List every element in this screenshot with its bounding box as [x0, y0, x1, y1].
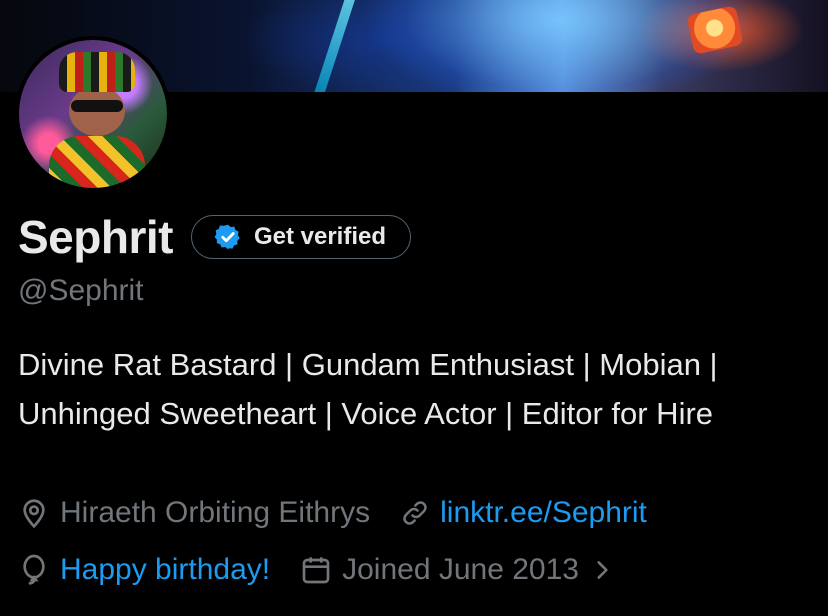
avatar[interactable]	[15, 36, 171, 192]
banner-light-streak	[313, 0, 357, 92]
website-item[interactable]: linktr.ee/Sephrit	[400, 496, 647, 530]
location-pin-icon	[23, 499, 45, 529]
display-name: Sephrit	[18, 211, 173, 263]
balloon-icon	[23, 554, 45, 585]
joined-text: Joined June 2013	[342, 553, 579, 586]
birthday-text[interactable]: Happy birthday!	[60, 553, 270, 587]
profile-meta-row-1: Hiraeth Orbiting Eithrys linktr.ee/Sephr…	[18, 496, 677, 530]
banner-lantern	[686, 5, 744, 55]
location-text: Hiraeth Orbiting Eithrys	[60, 496, 371, 529]
calendar-icon	[302, 557, 330, 584]
chevron-right-icon[interactable]	[589, 557, 615, 583]
avatar-body	[49, 136, 145, 188]
get-verified-button[interactable]: Get verified	[190, 215, 412, 259]
avatar-glasses	[71, 100, 123, 112]
joined-item[interactable]: Joined June 2013	[300, 553, 615, 587]
user-handle: @Sephrit	[18, 274, 144, 307]
profile-meta-row-2: Happy birthday! Joined June 2013	[18, 553, 645, 587]
bio: Divine Rat Bastard | Gundam Enthusiast |…	[18, 347, 718, 431]
name-row: Sephrit Get verified	[18, 210, 412, 264]
website-link[interactable]: linktr.ee/Sephrit	[440, 496, 647, 530]
verified-badge-icon	[214, 224, 240, 250]
birthday-item[interactable]: Happy birthday!	[18, 553, 270, 587]
location-item: Hiraeth Orbiting Eithrys	[18, 496, 370, 530]
link-icon	[403, 501, 427, 525]
get-verified-label: Get verified	[253, 223, 387, 250]
avatar-hat	[59, 52, 135, 92]
